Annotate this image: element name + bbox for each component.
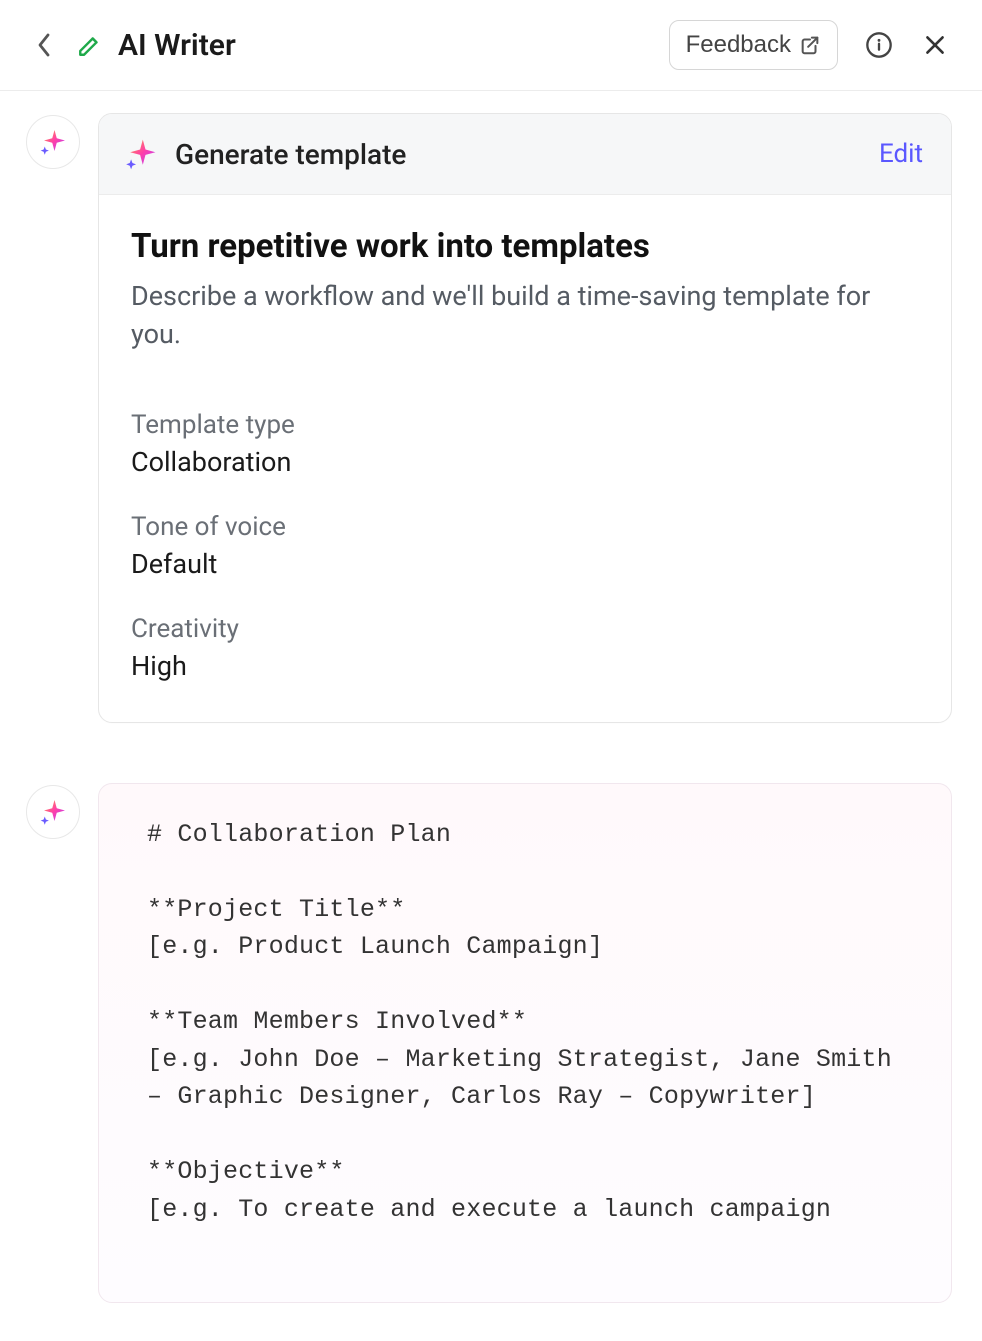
field-tone: Tone of voice Default — [131, 512, 919, 580]
sparkle-icon — [123, 136, 159, 172]
ai-avatar — [26, 115, 80, 169]
external-link-icon — [799, 34, 821, 56]
close-icon — [922, 32, 948, 58]
ai-avatar — [26, 785, 80, 839]
generated-template-text: # Collaboration Plan **Project Title** [… — [147, 816, 911, 1229]
page-title: AI Writer — [118, 28, 651, 63]
generate-template-card: Generate template Edit Turn repetitive w… — [98, 113, 952, 723]
edit-button[interactable]: Edit — [879, 139, 923, 169]
content-area: Generate template Edit Turn repetitive w… — [0, 91, 982, 1341]
header: AI Writer Feedback — [0, 0, 982, 91]
card-header: Generate template Edit — [99, 114, 951, 195]
hero-title: Turn repetitive work into templates — [131, 227, 919, 266]
output-row: # Collaboration Plan **Project Title** [… — [26, 783, 952, 1303]
field-template-type: Template type Collaboration — [131, 410, 919, 478]
chevron-left-icon — [36, 32, 52, 58]
field-value: High — [131, 650, 919, 682]
sparkle-icon — [38, 127, 68, 157]
prompt-row: Generate template Edit Turn repetitive w… — [26, 113, 952, 723]
field-label: Creativity — [131, 614, 919, 644]
output-card: # Collaboration Plan **Project Title** [… — [98, 783, 952, 1303]
field-value: Collaboration — [131, 446, 919, 478]
field-value: Default — [131, 548, 919, 580]
feedback-button[interactable]: Feedback — [669, 20, 838, 70]
card-body: Turn repetitive work into templates Desc… — [99, 195, 951, 722]
field-label: Template type — [131, 410, 919, 440]
info-button[interactable] — [862, 28, 896, 62]
back-button[interactable] — [30, 31, 58, 59]
card-title: Generate template — [175, 138, 879, 171]
field-label: Tone of voice — [131, 512, 919, 542]
info-icon — [865, 31, 893, 59]
pencil-icon — [76, 31, 104, 59]
hero-subtitle: Describe a workflow and we'll build a ti… — [131, 278, 919, 354]
sparkle-icon — [38, 797, 68, 827]
close-button[interactable] — [918, 28, 952, 62]
feedback-label: Feedback — [686, 31, 791, 59]
field-creativity: Creativity High — [131, 614, 919, 682]
